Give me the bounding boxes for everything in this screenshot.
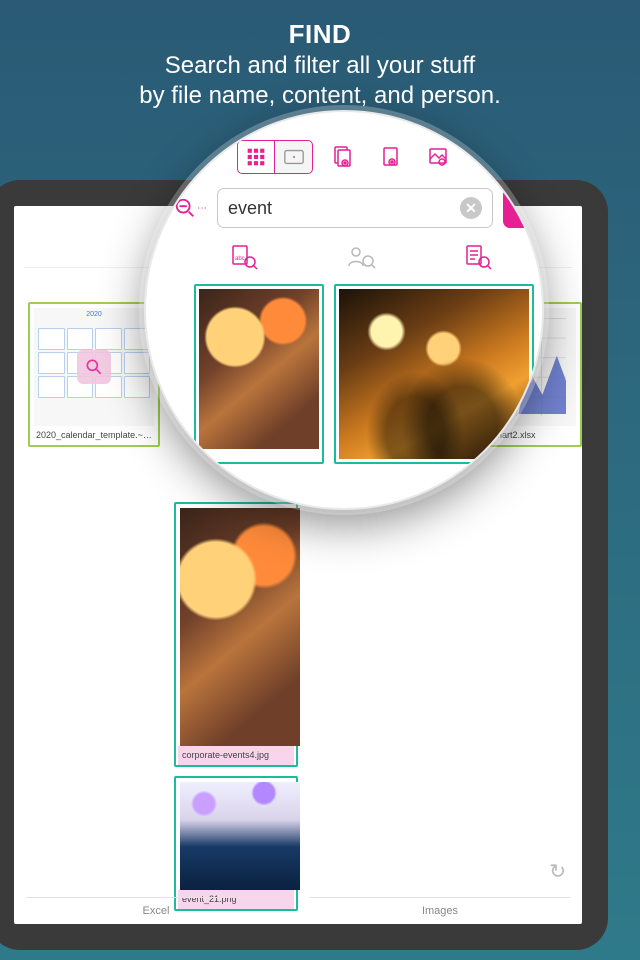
filter-content-icon[interactable] — [458, 240, 498, 274]
promo-line1: Search and filter all your stuff — [20, 51, 620, 81]
device-view-icon[interactable] — [275, 140, 313, 174]
clear-icon[interactable]: ✕ — [460, 197, 482, 219]
magnifier-lens: ⋯ ✕ Cancel abc — [144, 110, 544, 510]
cancel-button[interactable]: Cancel — [503, 188, 544, 228]
thumb-calendar-body: 2020 — [34, 308, 154, 426]
filter-filename-icon[interactable]: abc — [224, 240, 264, 274]
image-preview-icon[interactable] — [419, 140, 457, 174]
promo-block: FIND Search and filter all your stuff by… — [0, 0, 640, 121]
thumb-calendar-caption: 2020_calendar_template.~1~ — [34, 426, 154, 445]
thumb-calendar[interactable]: 2020 2020_calendar_template.~1~ — [28, 302, 160, 447]
promo-line2: by file name, content, and person. — [20, 81, 620, 111]
result-thumb-2[interactable] — [334, 284, 534, 464]
zoom-out-icon[interactable]: ⋯ — [174, 197, 207, 219]
magnify-overlay-icon — [77, 350, 111, 384]
under-lens-grid: corporate-events4.jpg — [174, 502, 298, 767]
filter-row: abc — [144, 232, 544, 276]
thumb-corp-caption: corporate-events4.jpg — [178, 746, 294, 765]
calendar-year: 2020 — [34, 308, 154, 318]
search-field[interactable]: ✕ — [217, 188, 493, 228]
search-input[interactable] — [228, 198, 460, 219]
grid-view-icon[interactable] — [237, 140, 275, 174]
thumb-corp-events[interactable]: corporate-events4.jpg — [174, 502, 298, 767]
refresh-icon[interactable]: ↻ — [549, 859, 566, 884]
bottom-tabs: Excel Images — [14, 890, 582, 924]
view-toggle — [237, 140, 313, 174]
lens-result-thumbs — [144, 276, 544, 464]
svg-text:abc: abc — [235, 256, 245, 262]
tab-excel[interactable]: Excel — [26, 897, 286, 917]
toolbar — [144, 122, 544, 182]
tab-images[interactable]: Images — [310, 897, 570, 917]
promo-title: FIND — [20, 18, 620, 51]
search-row: ⋯ ✕ Cancel — [144, 182, 544, 232]
result-thumb-1[interactable] — [194, 284, 324, 464]
search-icon[interactable] — [467, 140, 505, 174]
doc-preview-icon[interactable] — [323, 140, 361, 174]
filter-person-icon[interactable] — [341, 240, 381, 274]
docs-preview-icon[interactable] — [371, 140, 409, 174]
